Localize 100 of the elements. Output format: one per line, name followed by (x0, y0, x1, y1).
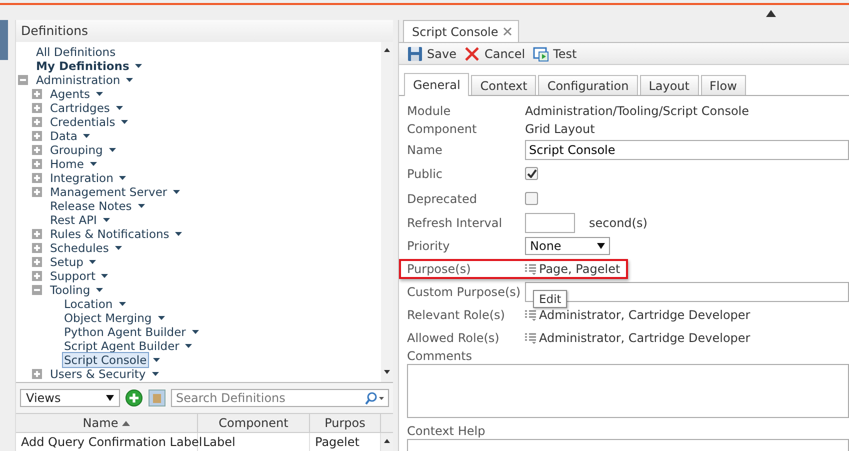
field-label: Refresh Interval (407, 216, 504, 230)
tree-item[interactable]: Support (48, 268, 98, 284)
caret-icon[interactable] (158, 316, 165, 320)
caret-icon[interactable] (108, 148, 116, 152)
expand-icon[interactable] (32, 159, 42, 169)
caret-icon[interactable] (116, 106, 123, 110)
tree-item[interactable]: Schedules (48, 240, 111, 256)
picker-value[interactable]: Page, Pagelet (539, 262, 620, 276)
input-field[interactable] (525, 212, 575, 233)
caret-icon[interactable] (89, 260, 96, 264)
list-icon[interactable] (525, 332, 537, 344)
tree-item[interactable]: Setup (48, 254, 86, 270)
field-value: Grid Layout (525, 122, 595, 136)
caret-icon[interactable] (135, 64, 142, 68)
cross-icon (464, 46, 480, 62)
scrollbar[interactable] (381, 433, 393, 451)
expand-icon[interactable] (32, 131, 42, 141)
tree-item[interactable]: Tooling (48, 282, 92, 298)
window-play-icon (533, 46, 550, 62)
tree-item[interactable]: Rules & Notifications (48, 226, 172, 242)
tree-item[interactable]: Data (48, 128, 80, 144)
caret-icon[interactable] (121, 120, 128, 124)
caret-icon[interactable] (152, 372, 159, 376)
tree-item[interactable]: Users & Security (48, 366, 148, 382)
caret-icon[interactable] (96, 92, 104, 96)
tab[interactable]: Context (471, 75, 536, 96)
expand-icon[interactable] (32, 271, 42, 281)
list-icon[interactable] (525, 308, 537, 321)
expand-icon[interactable] (32, 369, 42, 379)
priority-dropdown[interactable]: None (525, 236, 610, 255)
tab[interactable]: Layout (640, 75, 698, 96)
caret-icon[interactable] (152, 358, 160, 362)
tab[interactable]: Flow (700, 75, 746, 96)
tree-item[interactable]: Python Agent Builder (62, 324, 188, 340)
caret-icon[interactable] (96, 288, 104, 292)
caret-icon[interactable] (83, 134, 90, 138)
expand-icon[interactable] (32, 257, 42, 267)
tree-item[interactable]: Location (62, 296, 115, 312)
tab[interactable]: General (404, 73, 470, 96)
tree-item[interactable]: My Definitions (34, 58, 132, 74)
expand-icon[interactable] (32, 117, 42, 127)
tree-item[interactable]: Release Notes (48, 198, 134, 214)
expand-icon[interactable] (32, 229, 42, 239)
tree-item[interactable]: Rest API (48, 212, 99, 228)
caret-icon[interactable] (118, 302, 126, 306)
tree-item[interactable]: Agents (48, 86, 92, 102)
checkbox[interactable] (525, 167, 538, 180)
field-label: Public (407, 166, 444, 181)
tree-item[interactable]: All Definitions (34, 44, 118, 60)
tree-item[interactable]: Grouping (48, 142, 105, 158)
column-header[interactable]: Component (198, 414, 310, 432)
caret-icon[interactable] (102, 218, 110, 222)
caret-icon[interactable] (175, 232, 182, 236)
input-field[interactable]: Script Console (525, 140, 849, 160)
caret-icon[interactable] (192, 330, 199, 334)
caret-icon[interactable] (126, 78, 134, 82)
tab[interactable]: Configuration (538, 75, 638, 96)
caret-icon[interactable] (101, 274, 108, 278)
document-tab[interactable]: Script Console (403, 20, 520, 42)
column-header[interactable]: Purpos (310, 414, 381, 432)
test-button[interactable]: Test (531, 46, 579, 62)
tree-item[interactable]: Integration (48, 170, 116, 186)
picker-value[interactable]: Administrator, Cartridge Developer (539, 330, 750, 345)
scrollbar[interactable] (381, 42, 393, 382)
cancel-button[interactable]: Cancel (462, 46, 528, 62)
save-button[interactable]: Save (405, 46, 458, 62)
checkbox[interactable] (525, 192, 538, 206)
panel-title: Definitions (16, 20, 393, 42)
caret-icon[interactable] (119, 176, 126, 180)
column-header[interactable]: Name (16, 414, 198, 432)
expand-icon[interactable] (32, 89, 42, 99)
views-dropdown[interactable]: Views (20, 389, 120, 408)
close-icon[interactable] (503, 27, 512, 36)
tree-item[interactable]: Credentials (48, 114, 118, 130)
expand-icon[interactable] (32, 173, 42, 183)
caret-icon[interactable] (173, 190, 180, 194)
caret-icon[interactable] (185, 344, 192, 348)
picker-value[interactable]: Administrator, Cartridge Developer (539, 308, 750, 322)
caret-icon[interactable] (114, 246, 122, 250)
expand-icon[interactable] (32, 187, 42, 197)
tree-item[interactable]: Home (48, 156, 86, 172)
expand-icon[interactable] (32, 145, 42, 155)
caret-icon[interactable] (90, 162, 97, 166)
expand-icon[interactable] (32, 103, 42, 113)
tree-item[interactable]: Object Merging (62, 310, 154, 326)
unit-label: second(s) (589, 216, 648, 230)
tree-item[interactable]: Cartridges (48, 100, 112, 116)
add-icon[interactable] (125, 389, 143, 408)
field-label: Context Help (407, 424, 486, 438)
tree-item[interactable]: Management Server (48, 184, 170, 200)
expand-icon[interactable] (32, 243, 42, 253)
tree-item[interactable]: Administration (34, 72, 122, 88)
search-field[interactable]: Search Definitions (171, 389, 389, 408)
field-label: Comments (407, 349, 474, 364)
tree-item[interactable]: Script Agent Builder (62, 338, 182, 354)
input-field[interactable] (525, 282, 849, 302)
caret-icon[interactable] (138, 204, 145, 208)
tree-item[interactable]: Script Console (62, 352, 149, 368)
list-icon[interactable] (525, 262, 537, 275)
search-icon[interactable] (364, 391, 386, 406)
